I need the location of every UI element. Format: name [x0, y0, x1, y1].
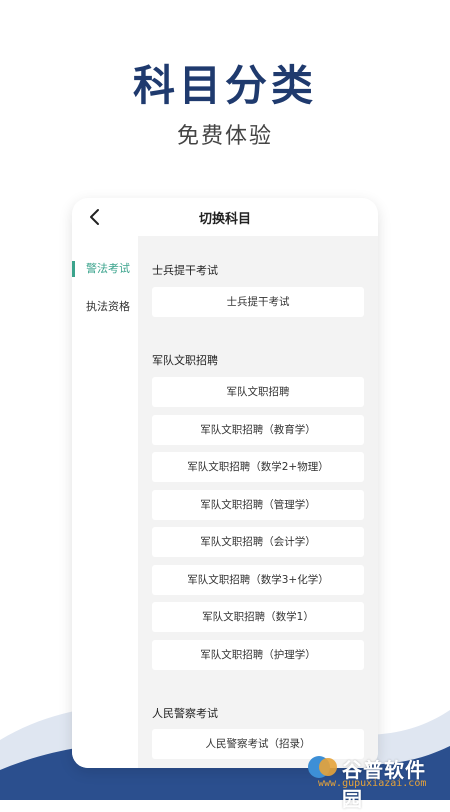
subject-item[interactable]: 军队文职招聘（会计学） — [152, 527, 364, 557]
sidebar-item-police-law[interactable]: 警法考试 — [72, 258, 138, 280]
active-indicator — [72, 261, 75, 277]
watermark-url: www.gupuxiazai.com — [318, 778, 427, 789]
page-title: 切换科目 — [198, 212, 251, 227]
subject-item[interactable]: 军队文职招聘（教育学） — [152, 415, 364, 445]
subject-item[interactable]: 军队文职招聘（数学3+化学） — [152, 565, 364, 595]
subject-item[interactable]: 军队文职招聘 — [152, 377, 364, 407]
category-sidebar: 警法考试 执法资格 — [72, 236, 138, 768]
sidebar-item-label: 警法考试 — [86, 262, 130, 275]
watermark-logo-icon — [308, 756, 337, 778]
sidebar-item-label: 执法资格 — [86, 300, 130, 313]
hero-subtitle: 免费体验 — [176, 124, 273, 149]
app-header: 切换科目 — [72, 198, 378, 236]
subject-item[interactable]: 军队文职招聘（数学2+物理） — [152, 452, 364, 482]
subject-item[interactable]: 士兵提干考试 — [152, 287, 364, 317]
section-title: 士兵提干考试 — [152, 264, 218, 277]
subject-item[interactable]: 军队文职招聘（数学1） — [152, 602, 364, 632]
section-title: 军队文职招聘 — [152, 354, 218, 367]
site-watermark: 谷普软件园 www.gupuxiazai.com — [304, 754, 444, 811]
subject-item[interactable]: 军队文职招聘（管理学） — [152, 490, 364, 520]
sidebar-item-law-enforcement[interactable]: 执法资格 — [72, 296, 138, 318]
subject-list: 士兵提干考试 士兵提干考试 军队文职招聘 军队文职招聘 军队文职招聘（教育学） … — [138, 236, 378, 768]
section-title: 人民警察考试 — [152, 707, 218, 720]
hero-title: 科目分类 — [132, 61, 317, 110]
subject-item[interactable]: 军队文职招聘（护理学） — [152, 640, 364, 670]
phone-screen: 切换科目 警法考试 执法资格 士兵提干考试 士兵提干考试 军队文职招聘 军队文职… — [72, 198, 378, 768]
